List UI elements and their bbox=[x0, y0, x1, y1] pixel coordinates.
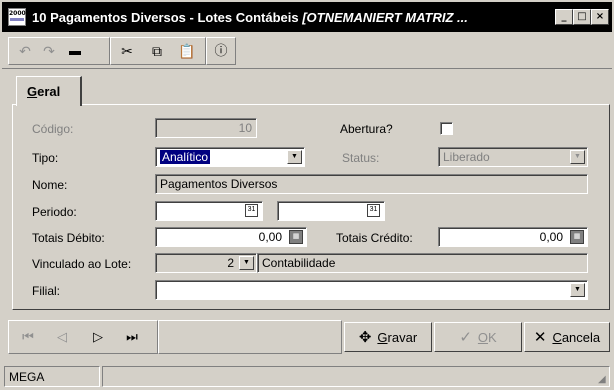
navigation-bar: ⏮ ◁ ▷ ⏭ ✥ Gravar ✓ OK ✕ Cancela bbox=[2, 318, 612, 356]
chevron-down-icon[interactable]: ▼ bbox=[287, 150, 302, 164]
totais-credito-field[interactable]: 0,00 ▦ bbox=[438, 227, 588, 247]
status-message bbox=[102, 366, 610, 387]
calculator-icon[interactable]: ▦ bbox=[289, 230, 303, 244]
abertura-label: Abertura? bbox=[340, 122, 393, 136]
totais-debito-value: 0,00 bbox=[258, 230, 282, 244]
filial-label: Filial: bbox=[32, 284, 61, 298]
gravar-label: Gravar bbox=[377, 329, 418, 345]
periodo-label: Periodo: bbox=[32, 205, 77, 219]
record-navigator: ⏮ ◁ ▷ ⏭ bbox=[8, 320, 158, 354]
first-record-icon[interactable]: ⏮ bbox=[15, 325, 41, 351]
gravar-button[interactable]: ✥ Gravar bbox=[344, 322, 432, 352]
status-company: MEGA bbox=[4, 366, 100, 387]
status-value: Liberado bbox=[443, 150, 490, 164]
maximize-button[interactable]: □ bbox=[573, 9, 591, 25]
calendar-icon[interactable]: 31 bbox=[367, 204, 380, 217]
close-button[interactable]: × bbox=[591, 9, 609, 25]
chevron-down-icon[interactable]: ▼ bbox=[570, 283, 585, 297]
calculator-icon[interactable]: ▦ bbox=[570, 230, 584, 244]
totais-credito-value: 0,00 bbox=[539, 230, 563, 244]
delete-icon[interactable] bbox=[63, 42, 87, 64]
close-icon: ✕ bbox=[533, 328, 547, 346]
calendar-icon[interactable]: 31 bbox=[245, 204, 258, 217]
check-icon: ✓ bbox=[459, 328, 472, 346]
tab-geral[interactable]: Geral bbox=[16, 76, 82, 106]
tipo-select[interactable]: Analítico ▼ bbox=[155, 147, 305, 167]
status-bar: MEGA ◢ bbox=[2, 364, 612, 388]
next-record-icon[interactable]: ▷ bbox=[85, 325, 111, 351]
tipo-label: Tipo: bbox=[32, 151, 59, 165]
window-title-main: 10 Pagamentos Diversos - Lotes Contábeis bbox=[32, 10, 299, 25]
cut-icon[interactable]: ✂ bbox=[115, 41, 139, 63]
redo-icon[interactable]: ↷ bbox=[37, 41, 61, 63]
vinculado-label: Vinculado ao Lote: bbox=[32, 257, 132, 271]
vinculado-select[interactable]: 2 ▼ bbox=[155, 253, 257, 273]
cancela-label: Cancela bbox=[552, 329, 601, 345]
ok-label: OK bbox=[477, 329, 497, 345]
codigo-field[interactable]: 10 bbox=[155, 118, 257, 138]
status-label: Status: bbox=[342, 151, 380, 165]
info-icon[interactable]: ⓘ bbox=[209, 41, 233, 63]
last-record-icon[interactable]: ⏭ bbox=[119, 325, 145, 351]
tipo-value: Analítico bbox=[160, 150, 211, 164]
app-icon: 2000 bbox=[8, 8, 26, 26]
toolbar-group-clipboard: ✂ ⧉ 📋 bbox=[110, 37, 206, 65]
undo-icon[interactable]: ↶ bbox=[13, 41, 37, 63]
chevron-down-icon[interactable]: ▼ bbox=[239, 256, 254, 270]
totais-debito-field[interactable]: 0,00 ▦ bbox=[155, 227, 307, 247]
copy-icon[interactable]: ⧉ bbox=[145, 41, 169, 63]
ok-button[interactable]: ✓ OK bbox=[434, 322, 522, 352]
cancela-button[interactable]: ✕ Cancela bbox=[524, 322, 610, 352]
totais-credito-label: Totais Crédito: bbox=[336, 231, 413, 245]
toolbar-group-edit: ↶ ↷ bbox=[8, 37, 110, 65]
codigo-label: Código: bbox=[32, 122, 74, 136]
chevron-down-icon: ▼ bbox=[570, 150, 585, 164]
nav-spacer bbox=[158, 320, 342, 354]
periodo-start-field[interactable]: 31 bbox=[155, 201, 263, 221]
tab-geral-label: eral bbox=[37, 84, 61, 99]
toolbar: ↶ ↷ ✂ ⧉ 📋 ⓘ bbox=[2, 33, 612, 69]
totais-debito-label: Totais Débito: bbox=[32, 231, 105, 245]
toolbar-group-info: ⓘ bbox=[206, 37, 236, 65]
nome-field[interactable]: Pagamentos Diversos bbox=[155, 174, 588, 194]
status-select[interactable]: Liberado ▼ bbox=[438, 147, 588, 167]
filial-select[interactable]: ▼ bbox=[155, 280, 588, 300]
tab-geral-accesskey: G bbox=[27, 84, 38, 99]
window-title: 10 Pagamentos Diversos - Lotes Contábeis… bbox=[32, 10, 552, 25]
periodo-end-field[interactable]: 31 bbox=[277, 201, 385, 221]
vinculado-description-field: Contabilidade bbox=[257, 253, 588, 273]
title-bar[interactable]: 2000 10 Pagamentos Diversos - Lotes Cont… bbox=[2, 2, 612, 32]
nome-label: Nome: bbox=[32, 178, 68, 192]
window-title-company: [OTNEMANIERT MATRIZ ... bbox=[302, 10, 468, 25]
lotes-contabeis-window: 2000 10 Pagamentos Diversos - Lotes Cont… bbox=[0, 0, 614, 390]
resize-grip-icon[interactable]: ◢ bbox=[598, 374, 610, 386]
app-icon-text: 2000 bbox=[9, 10, 26, 17]
paste-icon[interactable]: 📋 bbox=[175, 41, 199, 63]
save-icon: ✥ bbox=[358, 328, 372, 346]
abertura-checkbox[interactable] bbox=[440, 122, 453, 135]
previous-record-icon[interactable]: ◁ bbox=[49, 325, 75, 351]
minimize-button[interactable]: _ bbox=[555, 9, 573, 25]
vinculado-value: 2 bbox=[227, 256, 234, 270]
